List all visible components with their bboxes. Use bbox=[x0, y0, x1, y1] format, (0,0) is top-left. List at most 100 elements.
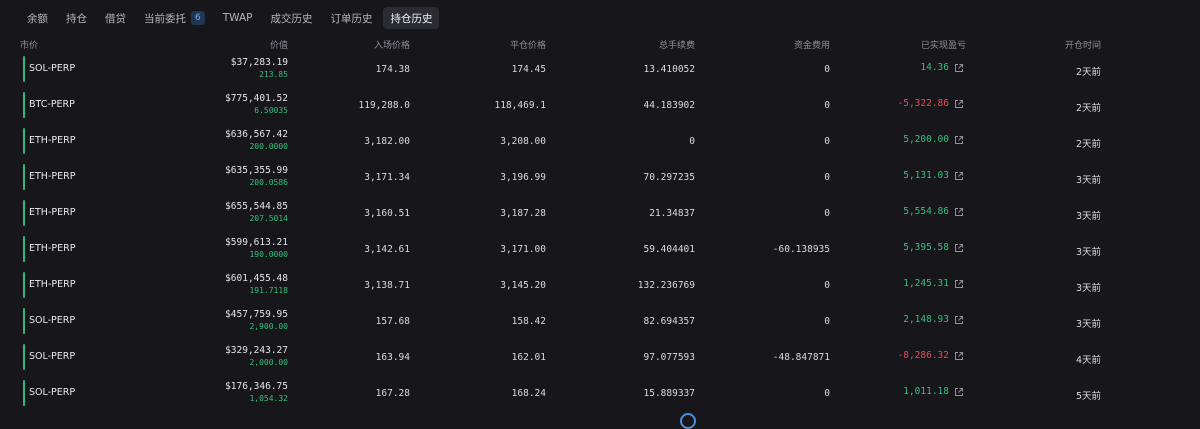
tab-balance[interactable]: 余额 bbox=[20, 7, 55, 29]
close-price: 118,469.1 bbox=[494, 100, 546, 111]
total-fee: 13.410052 bbox=[643, 64, 695, 75]
side-indicator bbox=[23, 128, 25, 154]
market-symbol[interactable]: ETH-PERP bbox=[29, 171, 75, 182]
market-symbol[interactable]: SOL-PERP bbox=[29, 387, 75, 398]
market-symbol[interactable]: ETH-PERP bbox=[29, 207, 75, 218]
column-header-market[interactable]: 市价 bbox=[20, 38, 38, 51]
table-row[interactable]: ETH-PERP $655,544.85 207.5014 3,160.51 3,187… bbox=[0, 195, 1200, 231]
total-fee: 15.889337 bbox=[643, 388, 695, 399]
total-fee: 21.34837 bbox=[649, 208, 695, 219]
total-fee: 70.297235 bbox=[643, 172, 695, 183]
share-icon[interactable] bbox=[954, 243, 964, 253]
total-fee: 59.404401 bbox=[643, 244, 695, 255]
share-icon[interactable] bbox=[954, 135, 964, 145]
position-value: $599,613.21 bbox=[225, 237, 288, 248]
total-fee: 132.236769 bbox=[637, 280, 695, 291]
share-icon[interactable] bbox=[954, 351, 964, 361]
share-icon[interactable] bbox=[954, 171, 964, 181]
scroll-indicator[interactable] bbox=[680, 413, 696, 429]
tab-order-history[interactable]: 订单历史 bbox=[323, 7, 379, 29]
share-icon[interactable] bbox=[954, 207, 964, 217]
column-header-open-time[interactable]: 开仓时间 bbox=[1065, 38, 1101, 51]
tab-twap[interactable]: TWAP bbox=[216, 7, 260, 29]
close-price: 3,145.20 bbox=[500, 280, 546, 291]
column-header-total-fee[interactable]: 总手续费 bbox=[659, 38, 695, 51]
close-price: 3,208.00 bbox=[500, 136, 546, 147]
funding-fee: -60.138935 bbox=[772, 244, 830, 255]
market-symbol[interactable]: BTC-PERP bbox=[29, 99, 75, 110]
realized-pnl: 5,554.86 bbox=[903, 206, 949, 217]
funding-fee: -48.847871 bbox=[772, 352, 830, 363]
share-icon[interactable] bbox=[954, 387, 964, 397]
entry-price: 3,171.34 bbox=[364, 172, 410, 183]
column-header-value[interactable]: 价值 bbox=[270, 38, 288, 51]
tab-position-history[interactable]: 持仓历史 bbox=[383, 7, 440, 29]
table-row[interactable]: SOL-PERP $457,759.95 2,900.00 157.68 158.42 8… bbox=[0, 303, 1200, 339]
realized-pnl-cell: 5,131.03 bbox=[903, 170, 964, 181]
side-indicator bbox=[23, 308, 25, 334]
tab-open-orders[interactable]: 当前委托 6 bbox=[137, 7, 212, 29]
table-row[interactable]: ETH-PERP $599,613.21 190.0000 3,142.61 3,171… bbox=[0, 231, 1200, 267]
tab-label: 成交历史 bbox=[270, 12, 313, 25]
side-indicator bbox=[23, 344, 25, 370]
close-price: 168.24 bbox=[511, 388, 546, 399]
share-icon[interactable] bbox=[954, 99, 964, 109]
market-symbol[interactable]: SOL-PERP bbox=[29, 315, 75, 326]
realized-pnl-cell: 5,395.58 bbox=[903, 242, 964, 253]
tab-label: 订单历史 bbox=[330, 12, 373, 25]
table-row[interactable]: ETH-PERP $636,567.42 200.0000 3,182.00 3,208… bbox=[0, 123, 1200, 159]
open-time: 5天前 bbox=[1075, 391, 1101, 402]
realized-pnl: 1,011.18 bbox=[903, 386, 949, 397]
position-value: $176,346.75 bbox=[225, 381, 288, 392]
position-size: 2,000.00 bbox=[249, 358, 288, 367]
open-time: 2天前 bbox=[1075, 103, 1101, 114]
market-symbol[interactable]: ETH-PERP bbox=[29, 243, 75, 254]
market-symbol[interactable]: ETH-PERP bbox=[29, 279, 75, 290]
table-row[interactable]: SOL-PERP $176,346.75 1,054.32 167.28 168.24 1… bbox=[0, 375, 1200, 411]
total-fee: 44.183902 bbox=[643, 100, 695, 111]
table-row[interactable]: BTC-PERP $775,401.52 6.50035 119,288.0 118,4… bbox=[0, 87, 1200, 123]
entry-price: 157.68 bbox=[375, 316, 410, 327]
share-icon[interactable] bbox=[954, 279, 964, 289]
entry-price: 3,182.00 bbox=[364, 136, 410, 147]
realized-pnl: 1,245.31 bbox=[903, 278, 949, 289]
table-row[interactable]: ETH-PERP $635,355.99 200.0586 3,171.34 3,196… bbox=[0, 159, 1200, 195]
side-indicator bbox=[23, 56, 25, 82]
position-size: 200.0000 bbox=[249, 142, 288, 151]
realized-pnl: -8,286.32 bbox=[897, 350, 949, 361]
market-symbol[interactable]: SOL-PERP bbox=[29, 63, 75, 74]
share-icon[interactable] bbox=[954, 63, 964, 73]
realized-pnl-cell: -8,286.32 bbox=[898, 350, 964, 361]
close-price: 3,187.28 bbox=[500, 208, 546, 219]
realized-pnl: 5,200.00 bbox=[903, 134, 949, 145]
column-header-close-price[interactable]: 平仓价格 bbox=[510, 38, 546, 51]
entry-price: 3,142.61 bbox=[364, 244, 410, 255]
position-size: 200.0586 bbox=[249, 178, 288, 187]
market-symbol[interactable]: SOL-PERP bbox=[29, 351, 75, 362]
position-value: $636,567.42 bbox=[225, 129, 288, 140]
column-header-funding[interactable]: 资金费用 bbox=[794, 38, 830, 51]
column-header-entry-price[interactable]: 入场价格 bbox=[374, 38, 410, 51]
tab-borrow[interactable]: 借贷 bbox=[98, 7, 133, 29]
open-time: 3天前 bbox=[1075, 319, 1101, 330]
realized-pnl-cell: 1,245.31 bbox=[903, 278, 964, 289]
column-header-realized-pnl[interactable]: 已实现盈亏 bbox=[921, 38, 966, 51]
table-row[interactable]: ETH-PERP $601,455.48 191.7118 3,138.71 3,145… bbox=[0, 267, 1200, 303]
tab-positions[interactable]: 持仓 bbox=[59, 7, 94, 29]
table-row[interactable]: SOL-PERP $329,243.27 2,000.00 163.94 162.01 9… bbox=[0, 339, 1200, 375]
table-row[interactable]: SOL-PERP $37,283.19 213.85 174.38 174.45 13.4… bbox=[0, 51, 1200, 87]
position-value: $457,759.95 bbox=[225, 309, 288, 320]
position-size: 213.85 bbox=[259, 70, 288, 79]
tab-label: TWAP bbox=[222, 12, 253, 24]
table-header: 市价 价值 入场价格 平仓价格 总手续费 资金费用 已实现盈亏 开仓时间 bbox=[0, 36, 1200, 51]
share-icon[interactable] bbox=[954, 315, 964, 325]
open-orders-count-badge: 6 bbox=[191, 11, 205, 25]
open-time: 3天前 bbox=[1075, 211, 1101, 222]
side-indicator bbox=[23, 200, 25, 226]
realized-pnl: 5,395.58 bbox=[903, 242, 949, 253]
market-symbol[interactable]: ETH-PERP bbox=[29, 135, 75, 146]
funding-fee: 0 bbox=[824, 64, 830, 75]
funding-fee: 0 bbox=[824, 388, 830, 399]
close-price: 162.01 bbox=[511, 352, 546, 363]
tab-trade-history[interactable]: 成交历史 bbox=[263, 7, 319, 29]
